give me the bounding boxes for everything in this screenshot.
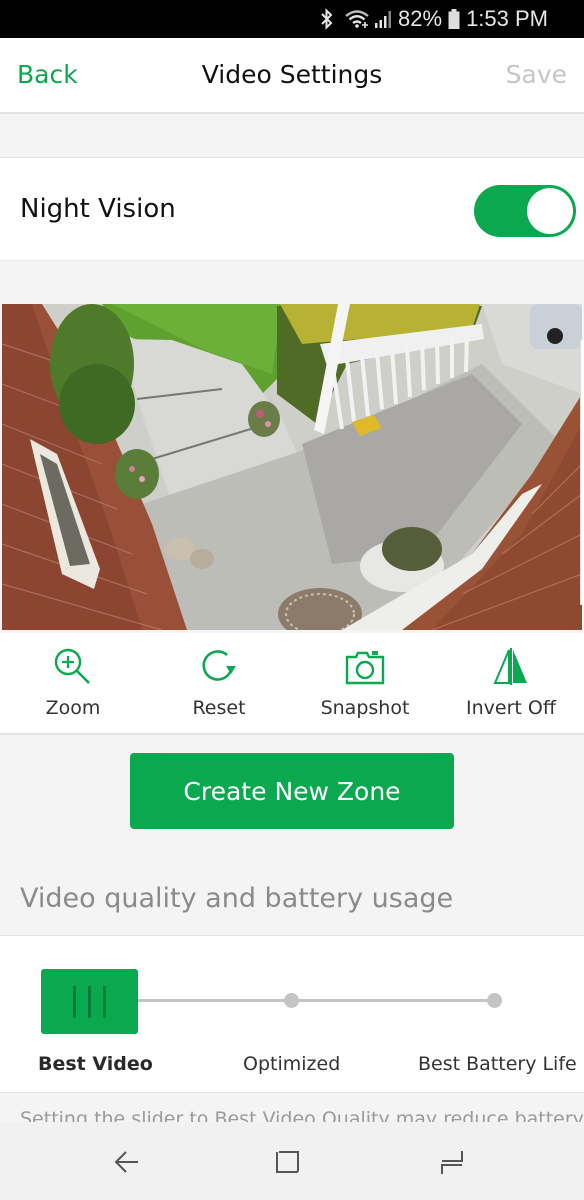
wifi-icon <box>344 9 372 29</box>
quality-slider-track[interactable] <box>130 999 496 1002</box>
quality-section-title: Video quality and battery usage <box>20 883 454 914</box>
invert-label: Invert Off <box>466 697 556 719</box>
nav-home-button[interactable] <box>268 1144 308 1184</box>
quality-stop-optimized[interactable] <box>284 993 299 1008</box>
invert-button[interactable]: Invert Off <box>438 633 584 733</box>
create-new-zone-button[interactable]: Create New Zone <box>130 753 454 829</box>
back-button[interactable]: Back <box>17 60 78 89</box>
system-nav-bar <box>0 1122 584 1200</box>
camera-preview[interactable] <box>2 304 582 630</box>
grip-line <box>73 985 76 1018</box>
grip-line <box>88 985 91 1018</box>
grip-line <box>103 985 106 1018</box>
back-nav-icon <box>112 1148 140 1180</box>
battery-percent: 82% <box>398 6 443 31</box>
nav-header: Back Video Settings Save <box>0 38 584 114</box>
battery-icon <box>448 8 460 30</box>
quality-option-best-video[interactable]: Best Video <box>38 1053 153 1075</box>
reset-icon <box>198 647 240 687</box>
recents-nav-icon <box>438 1148 466 1180</box>
quality-slider-panel: Best Video Optimized Best Battery Life <box>0 935 584 1093</box>
zoom-button[interactable]: Zoom <box>0 633 146 733</box>
camera-icon <box>344 647 386 687</box>
save-button[interactable]: Save <box>506 60 567 89</box>
camera-scrollbar[interactable] <box>580 340 584 605</box>
zoom-in-icon <box>52 647 94 687</box>
home-nav-icon <box>274 1148 302 1180</box>
reset-label: Reset <box>192 697 246 719</box>
quality-option-optimized[interactable]: Optimized <box>243 1053 340 1075</box>
quality-slider-handle[interactable] <box>41 969 138 1034</box>
night-vision-row: Night Vision <box>0 157 584 261</box>
invert-icon <box>491 647 531 687</box>
zoom-label: Zoom <box>45 697 101 719</box>
page-title: Video Settings <box>201 60 383 89</box>
reset-button[interactable]: Reset <box>146 633 292 733</box>
night-vision-toggle[interactable] <box>474 185 576 237</box>
signal-icon <box>374 9 392 29</box>
camera-tools: Zoom Reset Snapshot Invert Off <box>0 633 584 735</box>
bluetooth-icon <box>320 8 334 30</box>
night-vision-label: Night Vision <box>20 194 176 224</box>
snapshot-button[interactable]: Snapshot <box>292 633 438 733</box>
nav-recents-button[interactable] <box>432 1144 472 1184</box>
nav-back-button[interactable] <box>106 1144 146 1184</box>
quality-stop-battery[interactable] <box>487 993 502 1008</box>
snapshot-label: Snapshot <box>320 697 410 719</box>
clock: 1:53 PM <box>466 6 548 31</box>
quality-option-best-battery[interactable]: Best Battery Life <box>418 1053 577 1075</box>
toggle-knob <box>527 188 573 234</box>
status-bar: 82% 1:53 PM <box>0 0 584 38</box>
